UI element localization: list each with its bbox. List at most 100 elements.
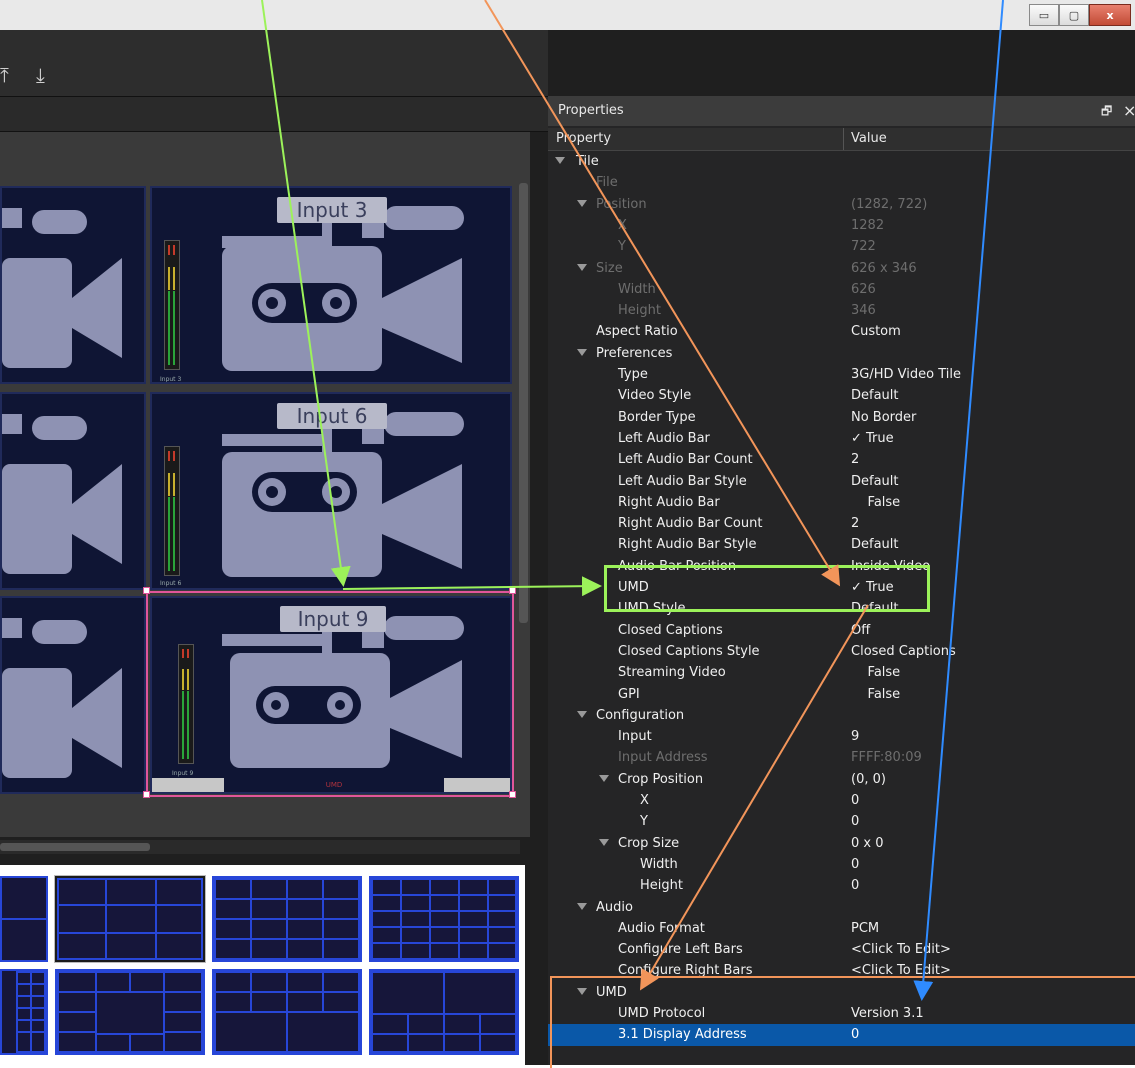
property-value[interactable]: No Border <box>851 407 916 428</box>
property-row[interactable]: Audio <box>548 897 1135 918</box>
layout-thumb[interactable] <box>212 969 362 1055</box>
property-value[interactable]: 1282 <box>851 215 884 236</box>
close-window-button[interactable]: x <box>1089 4 1131 26</box>
property-value[interactable]: 346 <box>851 300 876 321</box>
expand-arrow-icon[interactable] <box>555 157 565 164</box>
property-row[interactable]: Right Audio Bar False <box>548 492 1135 513</box>
property-value[interactable]: 0 <box>851 790 859 811</box>
expand-arrow-icon[interactable] <box>599 774 609 782</box>
expand-arrow-icon[interactable] <box>599 838 609 846</box>
tile-input-6[interactable]: Input 6 Input 6 <box>150 392 512 590</box>
property-value[interactable]: 0 <box>851 854 859 875</box>
property-row[interactable]: Y 722 <box>548 236 1135 257</box>
property-row[interactable]: Left Audio Bar ✓ True <box>548 428 1135 449</box>
property-row[interactable]: Height 0 <box>548 875 1135 896</box>
property-row[interactable]: File <box>548 172 1135 193</box>
property-row[interactable]: Y0 <box>548 811 1135 832</box>
property-value[interactable]: PCM <box>851 918 879 939</box>
scrollbar-thumb[interactable] <box>0 843 150 851</box>
property-value[interactable]: Default <box>851 534 899 555</box>
layout-thumb[interactable] <box>0 969 48 1055</box>
property-row[interactable]: Configure Left Bars <Click To Edit> <box>548 939 1135 960</box>
property-row[interactable]: Streaming Video False <box>548 662 1135 683</box>
move-up-icon[interactable]: ⤒ <box>0 64 20 86</box>
property-value[interactable]: ✓ True <box>851 428 894 449</box>
property-value[interactable]: 0 <box>851 875 859 896</box>
property-value[interactable]: 0 x 0 <box>851 833 884 854</box>
property-row[interactable]: Type 3G/HD Video Tile <box>548 364 1135 385</box>
property-value[interactable]: FFFF:80:09 <box>851 747 922 768</box>
tile-partial-1[interactable] <box>0 186 146 384</box>
property-row[interactable]: Position (1282, 722) <box>548 194 1135 215</box>
property-value[interactable]: 2 <box>851 513 859 534</box>
property-row[interactable]: Preferences <box>548 343 1135 364</box>
property-value[interactable]: Default <box>851 471 899 492</box>
layout-thumb[interactable] <box>0 876 48 962</box>
resize-handle[interactable] <box>509 587 516 594</box>
property-value[interactable]: Custom <box>851 321 901 342</box>
property-row[interactable]: Tile <box>548 151 1135 172</box>
property-row[interactable]: Left Audio Bar Count 2 <box>548 449 1135 470</box>
property-value[interactable]: False <box>851 684 901 705</box>
property-row[interactable]: Input 9 <box>548 726 1135 747</box>
property-row[interactable]: X 1282 <box>548 215 1135 236</box>
property-row[interactable]: Width 626 <box>548 279 1135 300</box>
expand-arrow-icon[interactable] <box>577 348 587 356</box>
property-row[interactable]: Left Audio Bar Style Default <box>548 471 1135 492</box>
move-down-icon[interactable]: ⤓ <box>36 64 56 86</box>
layout-thumb[interactable] <box>369 876 519 962</box>
resize-handle[interactable] <box>143 791 150 798</box>
expand-arrow-icon[interactable] <box>577 710 587 718</box>
property-row[interactable]: Crop Size 0 x 0 <box>548 833 1135 854</box>
property-row[interactable]: Right Audio Bar Style Default <box>548 534 1135 555</box>
expand-arrow-icon[interactable] <box>577 902 587 910</box>
property-value[interactable]: 9 <box>851 726 859 747</box>
tile-partial-2[interactable] <box>0 392 146 590</box>
property-row[interactable]: Configuration <box>548 705 1135 726</box>
expand-arrow-icon[interactable] <box>577 199 587 207</box>
property-value[interactable]: 626 <box>851 279 876 300</box>
property-value[interactable]: Default <box>851 385 899 406</box>
column-property[interactable]: Property <box>556 128 611 150</box>
layout-thumb[interactable] <box>212 876 362 962</box>
property-value[interactable]: Off <box>851 620 870 641</box>
property-value[interactable]: Closed Captions <box>851 641 956 662</box>
property-value[interactable]: 722 <box>851 236 876 257</box>
property-value[interactable]: False <box>851 492 901 513</box>
property-row[interactable]: Size 626 x 346 <box>548 258 1135 279</box>
property-row[interactable]: Aspect Ratio Custom <box>548 321 1135 342</box>
property-row[interactable]: X0 <box>548 790 1135 811</box>
property-row[interactable]: Height 346 <box>548 300 1135 321</box>
property-row[interactable]: Input Address FFFF:80:09 <box>548 747 1135 768</box>
property-value[interactable]: 0 <box>851 811 859 832</box>
resize-handle[interactable] <box>509 791 516 798</box>
property-row[interactable]: Audio Format PCM <box>548 918 1135 939</box>
vertical-scrollbar[interactable] <box>519 183 528 623</box>
property-value[interactable]: False <box>851 662 901 683</box>
maximize-button[interactable]: ▢ <box>1059 4 1089 26</box>
property-value[interactable]: 3G/HD Video Tile <box>851 364 961 385</box>
minimize-button[interactable]: ▭ <box>1029 4 1059 26</box>
property-value[interactable]: (1282, 722) <box>851 194 927 215</box>
property-row[interactable]: Closed Captions Off <box>548 620 1135 641</box>
property-row[interactable]: Border Type No Border <box>548 407 1135 428</box>
resize-handle[interactable] <box>143 587 150 594</box>
column-value[interactable]: Value <box>851 128 887 150</box>
layout-thumb[interactable] <box>369 969 519 1055</box>
property-row[interactable]: Video Style Default <box>548 385 1135 406</box>
property-row[interactable]: Right Audio Bar Count 2 <box>548 513 1135 534</box>
layout-thumb[interactable] <box>55 969 205 1055</box>
property-value[interactable]: 626 x 346 <box>851 258 917 279</box>
property-row[interactable]: Crop Position (0, 0) <box>548 769 1135 790</box>
selection-frame[interactable] <box>146 591 514 797</box>
layout-thumb-selected[interactable] <box>54 875 206 963</box>
property-value[interactable]: <Click To Edit> <box>851 939 951 960</box>
property-row[interactable]: Closed Captions Style Closed Captions <box>548 641 1135 662</box>
property-row[interactable]: GPI False <box>548 684 1135 705</box>
property-value[interactable]: (0, 0) <box>851 769 886 790</box>
expand-arrow-icon[interactable] <box>577 263 587 271</box>
float-panel-icon[interactable]: 🗗 <box>1101 96 1112 126</box>
close-panel-icon[interactable]: × <box>1123 96 1135 126</box>
property-value[interactable]: 2 <box>851 449 859 470</box>
tile-input-3[interactable]: Input 3 Input 3 <box>150 186 512 384</box>
